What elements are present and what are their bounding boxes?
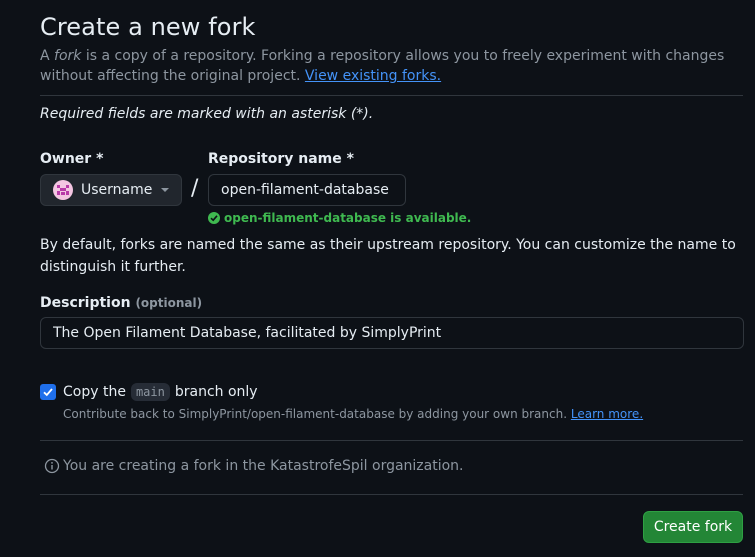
naming-note: By default, forks are named the same as … (40, 237, 736, 275)
branch-name-code: main (130, 383, 170, 401)
check-circle-icon (208, 212, 220, 224)
info-icon (44, 458, 60, 474)
copy-main-branch-checkbox[interactable] (40, 384, 56, 400)
copy-branch-help: Contribute back to SimplyPrint/open-fila… (63, 407, 643, 421)
repo-name-input[interactable] (208, 174, 406, 206)
repo-name-label: Repository name * (208, 151, 354, 167)
org-info-text: You are creating a fork in the Katastrof… (63, 458, 464, 474)
availability-message: open-filament-database is available. (208, 211, 471, 225)
divider (40, 440, 743, 441)
intro-text: A fork is a copy of a repository. Forkin… (40, 46, 740, 86)
org-info: You are creating a fork in the Katastrof… (44, 458, 464, 474)
copy-branch-label[interactable]: Copy the main branch only (63, 383, 258, 401)
chevron-down-icon (161, 188, 169, 192)
description-input[interactable] (40, 317, 744, 349)
learn-more-link[interactable]: Learn more. (571, 407, 643, 421)
required-fields-note: Required fields are marked with an aster… (40, 106, 374, 122)
description-label: Description (optional) (40, 295, 202, 311)
create-fork-button[interactable]: Create fork (643, 511, 743, 543)
owner-dropdown[interactable]: Username (40, 174, 182, 206)
intro-pre: A (40, 48, 55, 64)
view-forks-link[interactable]: View existing forks. (305, 68, 441, 84)
copy-branch-label-post: branch only (174, 384, 258, 400)
owner-name: Username (81, 182, 153, 198)
divider (40, 95, 743, 96)
page-title: Create a new fork (40, 13, 256, 41)
optional-tag: (optional) (135, 296, 203, 310)
owner-repo-separator: / (191, 176, 199, 201)
owner-label: Owner * (40, 151, 104, 167)
avatar (53, 180, 73, 200)
copy-branch-label-pre: Copy the (63, 384, 126, 400)
divider (40, 494, 743, 495)
description-label-text: Description (40, 295, 131, 311)
intro-emphasis: fork (54, 48, 82, 64)
availability-text: open-filament-database is available. (224, 211, 472, 225)
identicon-icon (57, 185, 69, 195)
checkmark-icon (43, 388, 53, 397)
copy-branch-help-text: Contribute back to SimplyPrint/open-fila… (63, 407, 568, 421)
